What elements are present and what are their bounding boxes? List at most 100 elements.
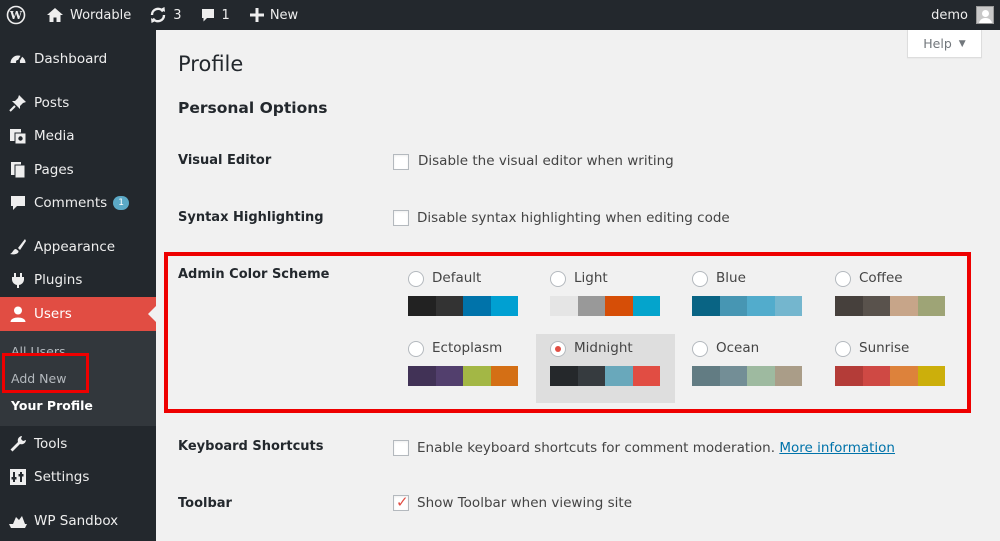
color-swatch: [747, 296, 775, 316]
color-scheme-name: Light: [574, 270, 608, 286]
new-label: New: [269, 7, 299, 23]
sidebar-item-pages[interactable]: Pages: [0, 153, 156, 187]
color-swatch: [435, 366, 463, 386]
color-swatch: [747, 366, 775, 386]
color-scheme-option[interactable]: Blue: [678, 264, 817, 333]
sidebar-item-users[interactable]: Users: [0, 297, 156, 331]
help-button[interactable]: Help ▼: [907, 30, 982, 58]
wordpress-icon: W: [6, 5, 26, 25]
color-swatch: [632, 296, 660, 316]
color-scheme-radio[interactable]: [835, 271, 851, 287]
sidebar-item-tools[interactable]: Tools: [0, 427, 156, 461]
new-content-link[interactable]: New: [238, 0, 306, 30]
visual-editor-option-text[interactable]: Disable the visual editor when writing: [418, 153, 674, 169]
sidebar-item-label: Plugins: [34, 272, 83, 288]
comments-badge: 1: [113, 196, 129, 210]
color-swatch: [890, 366, 918, 386]
color-swatches: [408, 366, 518, 386]
keyboard-shortcuts-checkbox[interactable]: [393, 440, 409, 456]
sidebar-item-label: Users: [34, 306, 72, 322]
color-swatch: [890, 296, 918, 316]
color-swatch: [550, 366, 578, 386]
site-name-link[interactable]: Wordable: [34, 0, 139, 30]
sidebar-item-dashboard[interactable]: Dashboard: [0, 42, 156, 76]
plus-icon: [249, 8, 264, 22]
color-scheme-option[interactable]: Coffee: [821, 264, 960, 333]
color-swatches: [692, 296, 802, 316]
more-information-link[interactable]: More information: [779, 440, 895, 456]
color-swatch: [577, 366, 605, 386]
admin-color-scheme-label: Admin Color Scheme: [178, 267, 330, 282]
sidebar-item-label: Posts: [34, 95, 70, 111]
wordpress-logo-button[interactable]: W: [0, 0, 34, 30]
color-swatch: [435, 296, 463, 316]
color-scheme-name: Blue: [716, 270, 746, 286]
sidebar-item-appearance[interactable]: Appearance: [0, 230, 156, 264]
sidebar-item-label: Pages: [34, 162, 74, 178]
disable-syntax-highlighting-checkbox[interactable]: [393, 210, 409, 226]
color-scheme-radio[interactable]: [550, 271, 566, 287]
color-scheme-radio[interactable]: [692, 341, 708, 357]
sidebar-item-posts[interactable]: Posts: [0, 86, 156, 120]
keyboard-option-text[interactable]: Enable keyboard shortcuts for comment mo…: [417, 440, 775, 456]
color-scheme-radio[interactable]: [692, 271, 708, 287]
color-scheme-name: Default: [432, 270, 482, 286]
color-swatch: [719, 296, 747, 316]
avatar: [976, 6, 994, 24]
color-swatch: [862, 366, 890, 386]
color-swatch: [917, 296, 945, 316]
color-scheme-option[interactable]: Sunrise: [821, 334, 960, 403]
color-scheme-option[interactable]: Ocean: [678, 334, 817, 403]
sidebar-item-label: Tools: [34, 436, 68, 452]
toolbar-label: Toolbar: [178, 496, 232, 511]
admin-sidebar: Dashboard Posts Media Pages Comments 1 A…: [0, 30, 156, 541]
sidebar-item-plugins[interactable]: Plugins: [0, 263, 156, 297]
sidebar-item-wp-sandbox[interactable]: WP Sandbox: [0, 504, 156, 538]
visual-editor-label: Visual Editor: [178, 153, 272, 168]
syntax-option-text[interactable]: Disable syntax highlighting when editing…: [417, 210, 730, 226]
updates-link[interactable]: 3: [139, 0, 189, 30]
comment-bubble-icon: [201, 9, 214, 22]
pin-icon: [8, 93, 28, 113]
caret-down-icon: ▼: [958, 38, 966, 49]
sidebar-item-settings[interactable]: Settings: [0, 460, 156, 494]
updates-icon: [151, 7, 166, 23]
color-swatches: [550, 296, 660, 316]
disable-visual-editor-checkbox[interactable]: [393, 154, 409, 170]
submenu-your-profile[interactable]: Your Profile: [11, 398, 93, 413]
color-swatch: [605, 296, 633, 316]
color-scheme-option[interactable]: Ectoplasm: [394, 334, 533, 403]
sidebar-item-label: Dashboard: [34, 51, 108, 67]
keyboard-shortcuts-label: Keyboard Shortcuts: [178, 439, 324, 454]
color-scheme-radio[interactable]: [408, 341, 424, 357]
sandbox-icon: [8, 511, 28, 531]
color-swatch: [550, 296, 578, 316]
color-scheme-option[interactable]: Light: [536, 264, 675, 333]
comments-link[interactable]: 1: [190, 0, 238, 30]
color-swatch: [917, 366, 945, 386]
plug-icon: [8, 270, 28, 290]
sidebar-item-media[interactable]: Media: [0, 119, 156, 153]
color-scheme-name: Sunrise: [859, 340, 910, 356]
toolbar-option-text[interactable]: Show Toolbar when viewing site: [417, 495, 632, 511]
color-swatch: [692, 366, 720, 386]
color-swatches: [835, 296, 945, 316]
color-swatch: [835, 366, 863, 386]
color-scheme-option[interactable]: Default: [394, 264, 533, 333]
sidebar-item-comments[interactable]: Comments 1: [0, 186, 156, 220]
color-swatch: [463, 366, 491, 386]
color-scheme-radio[interactable]: [408, 271, 424, 287]
user-icon: [8, 304, 28, 324]
color-scheme-option[interactable]: Midnight: [536, 334, 675, 403]
show-toolbar-checkbox[interactable]: ✓: [393, 493, 409, 511]
color-swatch: [862, 296, 890, 316]
page-title: Profile: [178, 52, 244, 76]
color-scheme-radio[interactable]: [835, 341, 851, 357]
color-scheme-name: Ocean: [716, 340, 760, 356]
keyboard-shortcuts-option: Enable keyboard shortcuts for comment mo…: [417, 440, 895, 456]
color-swatch: [490, 296, 518, 316]
color-scheme-radio[interactable]: [550, 341, 566, 357]
account-menu[interactable]: demo: [931, 0, 1000, 30]
home-icon: [47, 8, 63, 22]
color-swatch: [774, 366, 802, 386]
